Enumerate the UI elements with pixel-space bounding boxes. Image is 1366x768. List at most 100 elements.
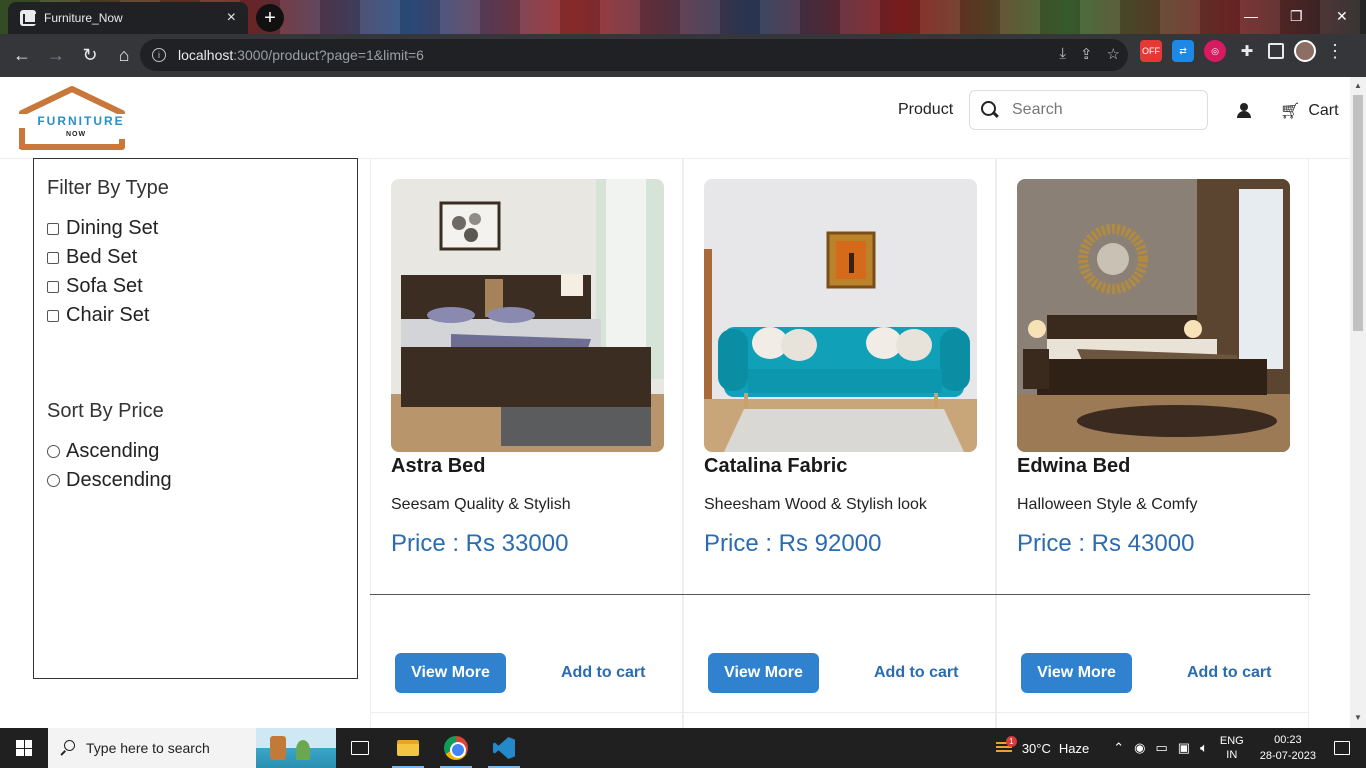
search-field[interactable] xyxy=(969,90,1208,130)
weather-temp[interactable]: 30°C xyxy=(1022,741,1051,756)
product-name: Astra Bed xyxy=(391,455,486,477)
sort-option-descending[interactable]: Descending xyxy=(47,466,344,495)
product-card xyxy=(683,712,996,728)
filter-sidebar: Filter By Type Dining Set Bed Set Sofa S… xyxy=(33,158,358,679)
url-host: localhost xyxy=(178,47,234,63)
checkbox[interactable] xyxy=(47,251,59,264)
view-more-button[interactable]: View More xyxy=(708,653,819,693)
menu-icon[interactable]: ⋮ xyxy=(1326,41,1344,62)
meet-icon[interactable]: ◉ xyxy=(1134,740,1145,756)
filter-option-label: Chair Set xyxy=(66,304,150,326)
radio-button[interactable] xyxy=(47,474,60,487)
logo-text: FURNITURE xyxy=(18,114,144,128)
page-scrollbar[interactable]: ▲ ▼ xyxy=(1350,77,1366,728)
sort-option-label: Descending xyxy=(66,469,172,491)
checkbox[interactable] xyxy=(47,309,59,322)
region-code: IN xyxy=(1226,749,1238,761)
address-bar[interactable]: i localhost:3000/product?page=1&limit=6 … xyxy=(140,39,1128,71)
card-divider xyxy=(370,594,1310,595)
weather-desc[interactable]: Haze xyxy=(1059,741,1089,756)
filter-option-sofa-set[interactable]: Sofa Set xyxy=(47,272,344,301)
cart-link[interactable]: 🛒︎ Cart xyxy=(1280,101,1339,121)
language-indicator[interactable]: ENG IN xyxy=(1220,734,1244,762)
product-image-bed[interactable] xyxy=(391,179,664,452)
install-icon[interactable]: ⤓ xyxy=(1059,45,1066,63)
search-icon xyxy=(980,100,1000,120)
filter-option-dining-set[interactable]: Dining Set xyxy=(47,214,344,243)
sort-title: Sort By Price xyxy=(47,400,164,422)
site-logo[interactable]: FURNITURE NOW xyxy=(16,85,144,151)
start-button[interactable] xyxy=(0,728,48,768)
filter-option-label: Bed Set xyxy=(66,246,138,268)
chrome-button[interactable] xyxy=(432,728,480,768)
share-icon[interactable]: ⇪ xyxy=(1080,45,1093,63)
checkbox[interactable] xyxy=(47,280,59,293)
task-view-icon xyxy=(351,741,369,755)
taskbar-search-placeholder: Type here to search xyxy=(86,740,210,756)
vscode-button[interactable] xyxy=(480,728,528,768)
drive-icon[interactable]: ▭ xyxy=(1155,740,1167,756)
taskbar-search[interactable]: Type here to search xyxy=(48,728,336,768)
browser-tab[interactable]: Furniture_Now × xyxy=(8,2,248,34)
info-icon[interactable]: i xyxy=(152,48,166,62)
sidepanel-icon[interactable] xyxy=(1268,43,1284,59)
back-icon[interactable]: ← xyxy=(6,40,38,72)
filter-option-chair-set[interactable]: Chair Set xyxy=(47,301,344,330)
nav-product-link[interactable]: Product xyxy=(898,101,953,119)
clock[interactable]: 00:23 28-07-2023 xyxy=(1260,732,1316,764)
extension-off-icon[interactable]: OFF xyxy=(1140,40,1162,62)
product-grid: Astra Bed Seesam Quality & Stylish Price… xyxy=(370,158,1310,728)
sort-option-ascending[interactable]: Ascending xyxy=(47,437,344,466)
product-price: Price : Rs 43000 xyxy=(1017,530,1195,557)
volume-icon[interactable]: 🔈︎ xyxy=(1200,740,1208,756)
file-explorer-button[interactable] xyxy=(384,728,432,768)
view-more-button[interactable]: View More xyxy=(1021,653,1132,693)
task-view-button[interactable] xyxy=(336,728,384,768)
product-name: Edwina Bed xyxy=(1017,455,1131,477)
new-tab-button[interactable]: + xyxy=(256,4,284,32)
maximize-icon[interactable]: ❐ xyxy=(1290,8,1303,25)
add-to-cart-button[interactable]: Add to cart xyxy=(561,653,645,693)
network-icon[interactable]: ▣ xyxy=(1178,740,1190,756)
checkbox[interactable] xyxy=(47,222,59,235)
cart-icon: 🛒︎ xyxy=(1280,103,1301,120)
sort-option-label: Ascending xyxy=(66,440,160,462)
extension-icon[interactable]: ◎ xyxy=(1204,40,1226,62)
forward-icon[interactable]: → xyxy=(40,40,72,72)
browser-toolbar: ← → ↻ ⌂ i localhost:3000/product?page=1&… xyxy=(0,34,1366,77)
product-card xyxy=(370,712,683,728)
taskbar: Type here to search 1 30°C Haze ⌃ ◉ ▭ ▣ … xyxy=(0,728,1366,768)
product-name: Catalina Fabric xyxy=(704,455,848,477)
search-input[interactable] xyxy=(1012,101,1192,119)
add-to-cart-button[interactable]: Add to cart xyxy=(1187,653,1271,693)
radio-button[interactable] xyxy=(47,445,60,458)
user-icon[interactable] xyxy=(1237,103,1251,118)
filter-option-bed-set[interactable]: Bed Set xyxy=(47,243,344,272)
chevron-up-icon[interactable]: ⌃ xyxy=(1113,740,1124,756)
product-price: Price : Rs 92000 xyxy=(704,530,882,557)
star-icon[interactable]: ☆ xyxy=(1107,45,1120,63)
weather-icon[interactable]: 1 xyxy=(994,736,1017,756)
product-description: Sheesham Wood & Stylish look xyxy=(704,496,927,513)
clock-time: 00:23 xyxy=(1274,734,1302,746)
windows-icon xyxy=(16,740,32,756)
close-tab-icon[interactable]: × xyxy=(227,9,236,27)
view-more-button[interactable]: View More xyxy=(395,653,506,693)
puzzle-icon[interactable]: ✚ xyxy=(1236,40,1258,62)
close-window-icon[interactable]: ✕ xyxy=(1336,8,1348,25)
logo-subtext: NOW xyxy=(66,131,87,138)
scroll-thumb[interactable] xyxy=(1353,95,1363,331)
scroll-down-icon[interactable]: ▼ xyxy=(1354,713,1362,722)
minimize-icon[interactable]: — xyxy=(1244,8,1258,24)
reload-icon[interactable]: ↻ xyxy=(74,40,106,72)
product-image-sofa[interactable] xyxy=(704,179,977,452)
scroll-up-icon[interactable]: ▲ xyxy=(1354,81,1362,90)
filter-option-label: Sofa Set xyxy=(66,275,143,297)
product-image-bed[interactable] xyxy=(1017,179,1290,452)
add-to-cart-button[interactable]: Add to cart xyxy=(874,653,958,693)
avatar[interactable] xyxy=(1294,40,1316,62)
translate-extension-icon[interactable]: ⇄ xyxy=(1172,40,1194,62)
home-icon[interactable]: ⌂ xyxy=(108,40,140,72)
notification-icon[interactable] xyxy=(1334,741,1350,755)
product-card: Edwina Bed Halloween Style & Comfy Price… xyxy=(996,158,1309,712)
